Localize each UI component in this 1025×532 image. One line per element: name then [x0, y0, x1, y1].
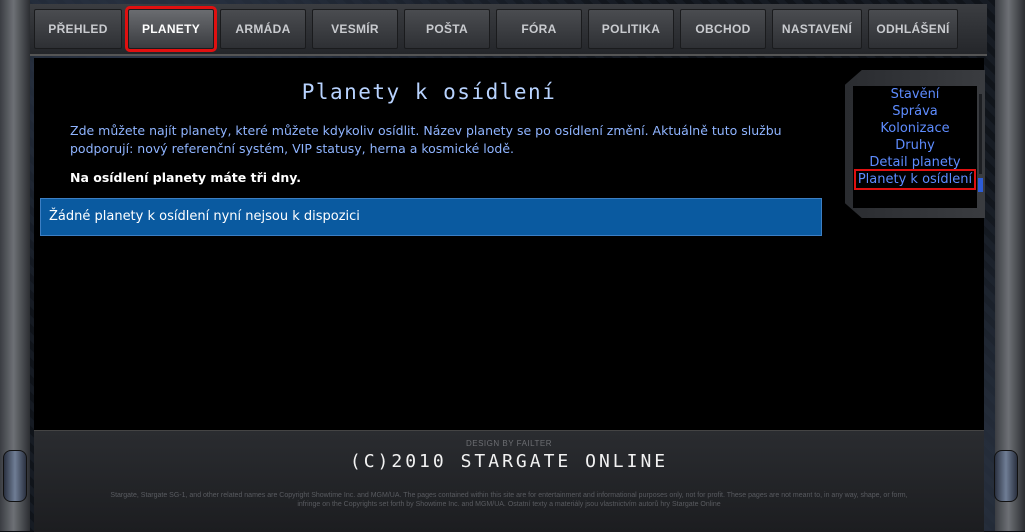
nav-item-prehled[interactable]: PŘEHLED: [34, 9, 122, 49]
frame-knob-left: [3, 450, 27, 502]
submenu-item-druhy[interactable]: Druhy: [895, 137, 935, 154]
footer: DESIGN BY FAILTER (C)2010 STARGATE ONLIN…: [34, 430, 984, 532]
empty-planets-message: Žádné planety k osídlení nyní nejsou k d…: [40, 198, 822, 236]
submenu-item-staveni[interactable]: Stavění: [891, 86, 940, 103]
planet-submenu: Stavění Správa Kolonizace Druhy Detail p…: [853, 86, 977, 208]
submenu-active-indicator: [978, 178, 983, 192]
nav-item-planety[interactable]: PLANETY: [125, 6, 217, 52]
frame-knob-right: [994, 450, 1018, 502]
intro-text: Zde můžete najít planety, které můžete k…: [70, 123, 782, 156]
nav-item-vesmir[interactable]: VESMÍR: [312, 9, 398, 49]
nav-item-nastaveni[interactable]: NASTAVENÍ: [772, 9, 862, 49]
submenu-scroll-track[interactable]: [979, 94, 982, 174]
main-navigation: PŘEHLED PLANETY ARMÁDA VESMÍR POŠTA FÓRA…: [30, 4, 987, 56]
nav-item-politika[interactable]: POLITIKA: [588, 9, 674, 49]
submenu-item-sprava[interactable]: Správa: [892, 103, 937, 120]
content-panel: Planety k osídlení Zde můžete najít plan…: [34, 58, 984, 430]
stargate-online-logo: (C)2010 STARGATE ONLINE: [349, 451, 669, 472]
page-title: Planety k osídlení: [301, 80, 557, 104]
nav-item-fora[interactable]: FÓRA: [496, 9, 582, 49]
legal-notice: Stargate, Stargate SG-1, and other relat…: [110, 492, 908, 508]
submenu-item-kolonizace[interactable]: Kolonizace: [880, 120, 949, 137]
nav-item-odhlaseni[interactable]: ODHLÁŠENÍ: [868, 9, 958, 49]
design-credit: DESIGN BY FAILTER: [465, 439, 552, 448]
submenu-item-detail-planety[interactable]: Detail planety: [869, 154, 960, 171]
deadline-notice: Na osídlení planety máte tři dny.: [70, 170, 301, 185]
nav-item-posta[interactable]: POŠTA: [404, 9, 490, 49]
nav-item-obchod[interactable]: OBCHOD: [680, 9, 766, 49]
submenu-item-planety-k-osidleni[interactable]: Planety k osídlení: [853, 169, 977, 190]
nav-item-armada[interactable]: ARMÁDA: [220, 9, 306, 49]
